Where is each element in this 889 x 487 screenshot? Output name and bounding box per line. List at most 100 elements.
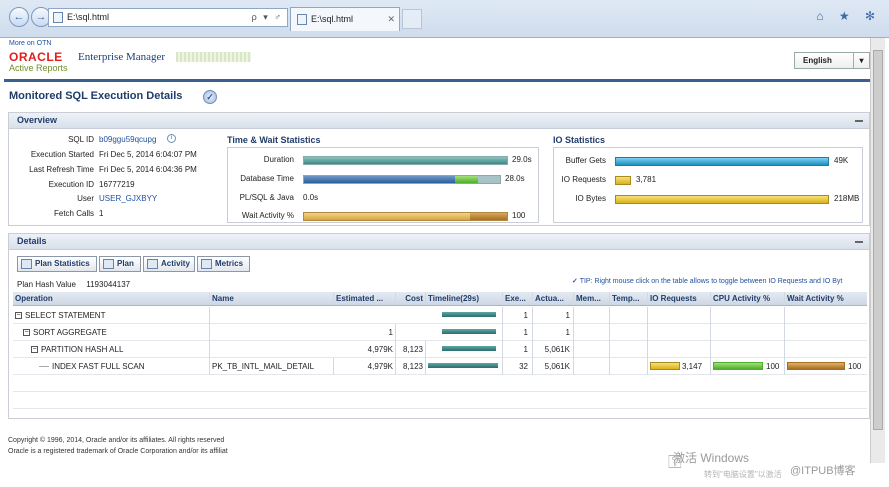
address-bar[interactable]: E:\sql.html ρ ▾ ♂	[48, 8, 288, 27]
column-header[interactable]: CPU Activity %	[711, 292, 785, 305]
memory-cell	[574, 324, 610, 341]
browser-tab[interactable]: E:\sql.html ✕	[290, 7, 400, 31]
activation-hint: 转到"电脑设置"以激活	[704, 470, 782, 479]
table-row[interactable]: INDEX FAST FULL SCAN PK_TB_INTL_MAIL_DETA…	[13, 358, 867, 375]
table-row[interactable]: − PARTITION HASH ALL 4,979K 8,123 1 5,061K	[13, 341, 867, 358]
operation-name: SORT AGGREGATE	[33, 328, 107, 337]
io-requests-cell	[648, 307, 711, 324]
brand-watermark: @ITPUB博客	[790, 465, 856, 477]
stat-duration: Duration 29.0s	[228, 155, 538, 167]
field-label: SQL ID	[68, 135, 94, 144]
tree-icon	[103, 259, 114, 269]
plan-hash-label: Plan Hash Value	[17, 280, 76, 289]
io-requests-bar	[650, 362, 680, 370]
stat-io-bytes: IO Bytes 218MB	[554, 194, 862, 206]
column-header[interactable]: Estimated ...	[334, 292, 396, 305]
plan-button[interactable]: Plan	[99, 256, 141, 272]
stat-value: 0.0s	[303, 193, 319, 202]
stat-value: 218MB	[834, 194, 860, 203]
temp-cell	[610, 324, 648, 341]
cpu-activity-cell	[711, 307, 785, 324]
stat-label: Wait Activity %	[241, 211, 294, 220]
activity-button[interactable]: Activity	[143, 256, 195, 272]
table-row[interactable]: − SELECT STATEMENT 1 1	[13, 307, 867, 324]
field-label: Execution ID	[48, 180, 94, 189]
timeline-bar	[442, 329, 496, 334]
report-page: More on OTN ORACLE Enterprise Manager Ac…	[4, 38, 870, 463]
stat-label: IO Requests	[561, 175, 606, 184]
time-wait-title: Time & Wait Statistics	[227, 135, 321, 145]
column-header[interactable]: Wait Activity %	[785, 292, 867, 305]
temp-cell	[610, 358, 648, 375]
empty-table-row	[13, 392, 867, 409]
operation-cell: − SELECT STATEMENT	[13, 307, 210, 324]
io-requests-value: 3,147	[682, 362, 703, 371]
column-header[interactable]: Exe...	[503, 292, 533, 305]
sql-id-link[interactable]: b09ggu59qcupg	[99, 135, 156, 144]
table-row[interactable]: − SORT AGGREGATE 1 1 1	[13, 324, 867, 341]
stat-database-time: Database Time 28.0s	[228, 174, 538, 186]
io-stats-title: IO Statistics	[553, 135, 606, 145]
back-button[interactable]: ←	[9, 7, 29, 27]
new-tab-button[interactable]	[402, 9, 422, 29]
column-header[interactable]: Operation	[13, 292, 210, 305]
expand-toggle-icon[interactable]: −	[15, 312, 22, 320]
stat-wait-activity: Wait Activity % 100	[228, 211, 538, 223]
field-value: Fri Dec 5, 2014 6:04:07 PM	[99, 150, 197, 159]
oracle-logo: ORACLE	[9, 50, 63, 64]
io-requests-cell: 3,147	[648, 358, 711, 375]
column-header[interactable]: Cost	[396, 292, 426, 305]
subproduct-name: Active Reports	[9, 63, 68, 73]
collapse-icon[interactable]	[855, 120, 863, 122]
plan-statistics-button[interactable]: Plan Statistics	[17, 256, 97, 272]
column-header[interactable]: Actua...	[533, 292, 574, 305]
temp-cell	[610, 341, 648, 358]
collapse-icon[interactable]	[855, 241, 863, 243]
stat-label: Buffer Gets	[565, 156, 606, 165]
more-otn-link[interactable]: More on OTN	[9, 40, 51, 47]
timeline-bar	[442, 346, 496, 351]
memory-cell	[574, 341, 610, 358]
vertical-scrollbar[interactable]	[870, 38, 885, 463]
user-link[interactable]: USER_GJXBYY	[99, 194, 157, 203]
plan-hash-value: 1193044137	[86, 280, 131, 289]
details-header[interactable]: Details	[9, 234, 869, 250]
address-text: E:\sql.html	[67, 12, 110, 22]
timeline-cell	[426, 358, 503, 375]
expand-toggle-icon[interactable]: −	[23, 329, 30, 337]
stat-label: Database Time	[240, 174, 294, 183]
wait-activity-value: 100	[848, 362, 862, 371]
cpu-activity-cell: 100	[711, 358, 785, 375]
report-header: More on OTN ORACLE Enterprise Manager Ac…	[4, 38, 870, 82]
memory-cell	[574, 358, 610, 375]
column-header[interactable]: Mem...	[574, 292, 610, 305]
column-header[interactable]: IO Requests	[648, 292, 711, 305]
button-label: Metrics	[215, 259, 244, 268]
stat-value: 29.0s	[512, 155, 532, 164]
table-icon	[21, 259, 32, 269]
column-header[interactable]: Timeline(29s)	[426, 292, 503, 305]
column-header[interactable]: Temp...	[610, 292, 648, 305]
metrics-icon	[201, 259, 212, 269]
field-value: 16777219	[99, 180, 135, 189]
address-tools[interactable]: ρ ▾ ♂	[252, 9, 283, 26]
actual-rows-cell: 5,061K	[533, 358, 574, 375]
field-label: Last Refresh Time	[29, 165, 94, 174]
overview-heading: Overview	[17, 115, 58, 125]
browser-chrome: ← → E:\sql.html ρ ▾ ♂ E:\sql.html ✕ ⌂ ★ …	[0, 0, 889, 38]
stat-value: 28.0s	[505, 174, 525, 183]
metrics-button[interactable]: Metrics	[197, 256, 250, 272]
header-decoration	[176, 52, 251, 62]
column-header[interactable]: Name	[210, 292, 334, 305]
button-label: Activity	[161, 259, 190, 268]
language-select[interactable]: English ▾	[794, 52, 870, 69]
cpu-activity-bar	[713, 362, 763, 370]
expand-toggle-icon[interactable]: −	[31, 346, 38, 354]
window-icons[interactable]: ⌂ ★ ✻	[816, 9, 881, 23]
wait-activity-cell	[785, 307, 867, 324]
overview-header[interactable]: Overview	[9, 113, 869, 129]
scrollbar-thumb[interactable]	[873, 50, 883, 430]
tab-close-icon[interactable]: ✕	[387, 8, 395, 30]
operation-cell: INDEX FAST FULL SCAN	[13, 358, 210, 375]
info-icon[interactable]: i	[167, 134, 176, 143]
